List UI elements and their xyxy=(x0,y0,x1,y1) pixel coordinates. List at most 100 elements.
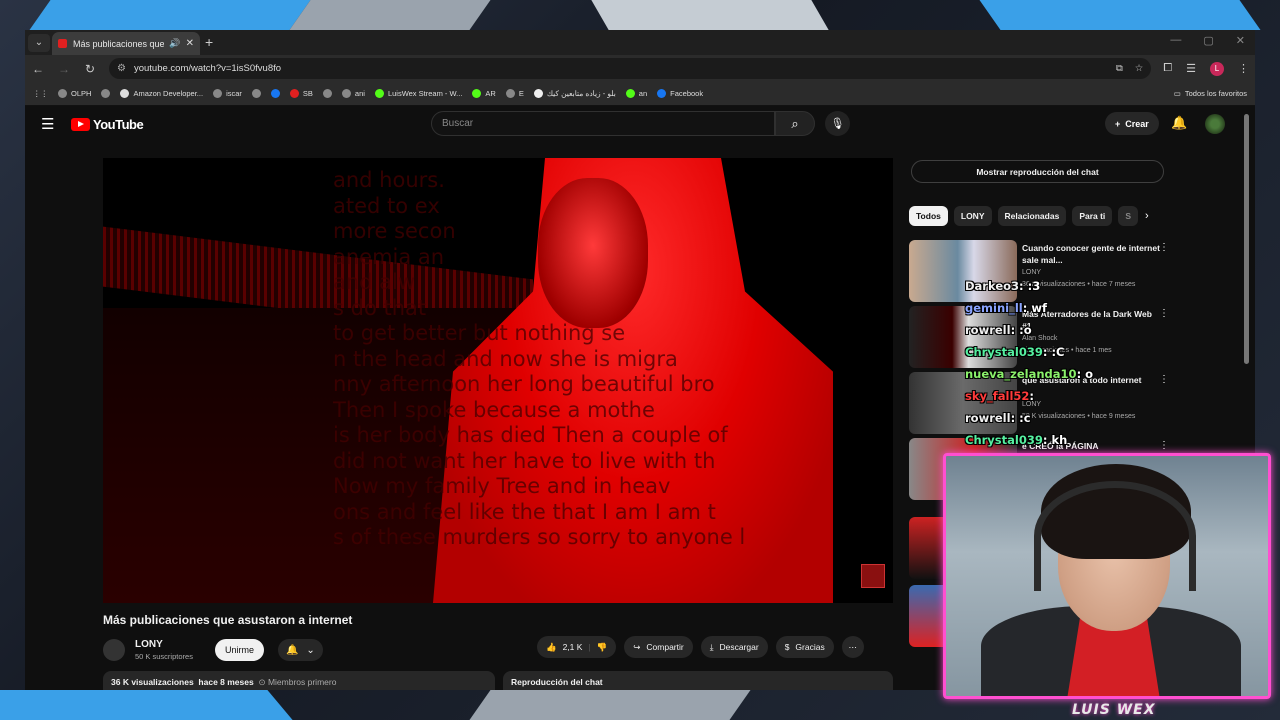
site-info-icon[interactable]: ⚙ xyxy=(117,63,126,74)
background-stripe xyxy=(591,0,829,30)
speaker-icon[interactable]: 🔊 xyxy=(169,38,180,49)
chip-more[interactable]: S xyxy=(1118,206,1138,226)
chevron-down-icon: ⌄ xyxy=(306,644,315,656)
page-scrollbar[interactable] xyxy=(1244,114,1249,364)
apps-icon[interactable]: ⋮⋮ xyxy=(33,89,48,98)
subscription-bell-button[interactable]: 🔔 ⌄ xyxy=(277,639,323,661)
stream-chat-message: Chrystal039: :C xyxy=(965,345,1065,359)
description-box[interactable]: 36 K visualizaciones hace 8 meses ⊙ Miem… xyxy=(103,671,495,690)
recommended-video[interactable]: Cuando conocer gente de internet sale ma… xyxy=(909,240,1239,302)
bookmark-item[interactable] xyxy=(322,89,332,98)
bookmark-item[interactable]: E xyxy=(505,89,524,98)
bookmarks-bar: ⋮⋮ OLPH Amazon Developer... iscar SB ani… xyxy=(25,82,1255,106)
search-button[interactable]: ⌕ xyxy=(775,111,815,136)
more-options-icon[interactable]: ⋮ xyxy=(1159,242,1169,253)
install-app-icon[interactable]: ⧉ xyxy=(1116,63,1123,74)
bookmark-item[interactable]: AR xyxy=(472,89,496,98)
address-bar[interactable]: ⚙ youtube.com/watch?v=1isS0fvu8fo ⧉ ☆ xyxy=(109,58,1152,79)
forward-button[interactable]: → xyxy=(57,62,71,76)
browser-toolbar: ← → ↻ ⚙ youtube.com/watch?v=1isS0fvu8fo … xyxy=(25,55,1255,82)
recommended-video[interactable]: Más Aterradores de la Dark Web #1 Alan S… xyxy=(909,306,1239,368)
voice-search-icon[interactable]: 🎙 xyxy=(825,111,850,136)
close-window-button[interactable]: ✕ xyxy=(1236,34,1245,47)
profile-avatar[interactable]: L xyxy=(1210,61,1224,76)
stream-chat-message: rowrell: :c xyxy=(965,411,1031,425)
chat-replay-header[interactable]: Reproducción del chat xyxy=(503,671,893,690)
stream-scene: ⌄ Más publicaciones que asustaron 🔊 ✕ + … xyxy=(0,0,1280,720)
guide-menu-icon[interactable]: ☰ xyxy=(41,115,54,133)
minimize-button[interactable]: — xyxy=(1170,34,1181,47)
bookmark-item[interactable]: Amazon Developer... xyxy=(120,89,203,98)
bookmark-item[interactable] xyxy=(251,89,261,98)
more-options-icon[interactable]: ⋮ xyxy=(1159,440,1169,451)
show-chat-replay-button[interactable]: Mostrar reproducción del chat xyxy=(911,160,1164,183)
youtube-favicon-icon xyxy=(58,39,67,48)
share-button[interactable]: ↪ Compartir xyxy=(624,636,693,658)
user-avatar[interactable] xyxy=(1205,114,1225,134)
maximize-button[interactable]: ▢ xyxy=(1203,34,1213,47)
chip-for-you[interactable]: Para ti xyxy=(1072,206,1113,226)
folder-icon: ▭ xyxy=(1173,89,1181,98)
extensions-icon[interactable]: ⧠ xyxy=(1163,62,1172,75)
channel-watermark[interactable] xyxy=(861,564,885,588)
join-button[interactable]: Unirme xyxy=(214,639,264,661)
thumbs-down-icon[interactable]: 👎 xyxy=(597,642,608,653)
channel-name[interactable]: LONY xyxy=(135,639,193,650)
chip-related[interactable]: Relacionadas xyxy=(997,206,1067,226)
background-stripe xyxy=(289,0,491,30)
video-actions: 👍 2,1 K | 👎 ↪ Compartir ⤓ Descargar $ Gracias … xyxy=(537,636,864,658)
bookmark-item[interactable]: ani xyxy=(341,89,365,98)
bookmark-item[interactable] xyxy=(270,89,280,98)
chevron-right-icon[interactable]: › xyxy=(1145,210,1149,222)
divider: | xyxy=(588,642,591,652)
bookmark-item[interactable] xyxy=(101,89,111,98)
create-button[interactable]: + Crear xyxy=(1105,112,1159,135)
close-tab-icon[interactable]: ✕ xyxy=(186,38,194,49)
more-options-icon[interactable]: ⋮ xyxy=(1159,374,1169,385)
reload-button[interactable]: ↻ xyxy=(83,62,97,76)
new-tab-button[interactable]: + xyxy=(205,34,213,50)
back-button[interactable]: ← xyxy=(31,62,45,76)
background-stripe xyxy=(0,690,293,720)
super-thanks-icon: $ xyxy=(784,642,790,652)
search-input[interactable]: Buscar xyxy=(431,111,775,136)
bookmark-item[interactable]: SB xyxy=(289,89,313,98)
more-options-icon[interactable]: ⋮ xyxy=(1159,308,1169,319)
thumbs-up-icon: 👍 xyxy=(546,641,557,652)
all-bookmarks-folder[interactable]: ▭ Todos los favoritos xyxy=(1174,89,1247,98)
notifications-icon[interactable]: 🔔 xyxy=(1171,115,1187,131)
download-button[interactable]: ⤓ Descargar xyxy=(700,636,768,658)
tab-search-button[interactable]: ⌄ xyxy=(28,33,50,52)
tab-strip: ⌄ Más publicaciones que asustaron 🔊 ✕ + … xyxy=(25,30,1255,55)
stream-chat-message: Chrystal039: kh xyxy=(965,433,1068,447)
chip-lony[interactable]: LONY xyxy=(953,206,992,226)
video-title: Más publicaciones que asustaron a intern… xyxy=(103,613,353,627)
like-button[interactable]: 👍 2,1 K | 👎 xyxy=(537,636,617,658)
bookmark-item[interactable]: بلو - زياده متابعين كيك xyxy=(533,89,616,98)
video-player[interactable]: and hours. ated to ex more secon anemia … xyxy=(103,158,893,603)
chip-all[interactable]: Todos xyxy=(909,206,948,226)
channel-avatar[interactable] xyxy=(103,639,125,661)
bookmark-item[interactable]: iscar xyxy=(213,89,242,98)
bookmark-item[interactable]: LuisWex Stream - W... xyxy=(374,89,462,98)
recommended-video[interactable]: que asustaron a todo internet LONY 58 K … xyxy=(909,372,1239,434)
background-stripe xyxy=(469,690,751,720)
bell-icon: 🔔 xyxy=(285,644,299,656)
browser-menu-icon[interactable]: ⋮ xyxy=(1238,62,1249,75)
stream-chat-message: gemini_ll: wf xyxy=(965,301,1047,315)
youtube-logo[interactable]: YouTube xyxy=(71,117,144,132)
stream-chat-message: rowrell: :o xyxy=(965,323,1032,337)
reading-list-icon[interactable]: ☰ xyxy=(1186,62,1196,75)
headset xyxy=(1034,481,1196,591)
youtube-play-icon xyxy=(71,118,90,131)
streamer-name: LUIS WEX xyxy=(1072,702,1156,718)
bookmark-star-icon[interactable]: ☆ xyxy=(1135,63,1144,74)
tab-active[interactable]: Más publicaciones que asustaron 🔊 ✕ xyxy=(52,32,200,55)
bookmark-item[interactable]: an xyxy=(625,89,647,98)
subscriber-count: 50 K suscriptores xyxy=(135,652,193,661)
more-actions-button[interactable]: ⋯ xyxy=(841,636,864,658)
bookmark-item[interactable]: Facebook xyxy=(657,89,703,98)
video-overlay-text: and hours. ated to ex more secon anemia … xyxy=(333,168,746,549)
bookmark-item[interactable]: OLPH xyxy=(58,89,91,98)
thanks-button[interactable]: $ Gracias xyxy=(775,636,834,658)
